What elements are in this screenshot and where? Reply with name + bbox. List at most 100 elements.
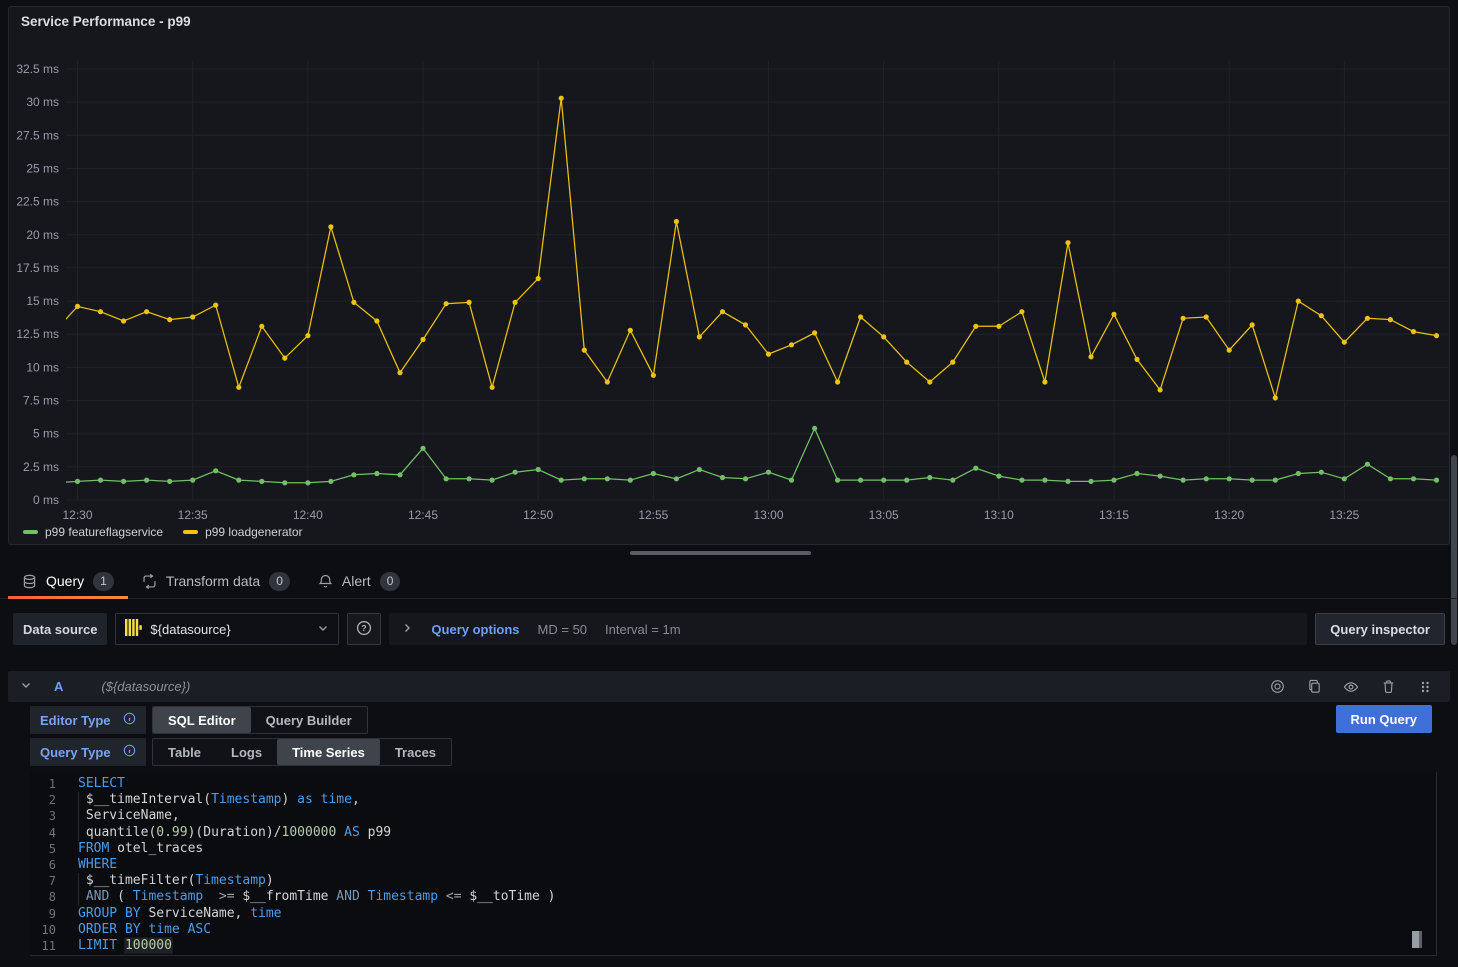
tab-count-badge: 0 xyxy=(269,572,290,591)
svg-text:12:55: 12:55 xyxy=(638,508,668,522)
code-line[interactable]: 10ORDER BY time ASC xyxy=(30,922,1436,938)
tab-transform-data[interactable]: Transform data 0 xyxy=(128,564,304,598)
delete-query-trash-icon[interactable] xyxy=(1375,679,1401,694)
transform-icon xyxy=(142,574,157,589)
svg-text:25 ms: 25 ms xyxy=(26,161,59,175)
collapse-chevron-icon[interactable] xyxy=(20,679,32,694)
sql-code-editor[interactable]: 1SELECT2 $__timeInterval(Timestamp) as t… xyxy=(30,772,1437,956)
svg-text:12:50: 12:50 xyxy=(523,508,553,522)
query-type-logs[interactable]: Logs xyxy=(216,739,277,765)
svg-text:17.5 ms: 17.5 ms xyxy=(16,261,59,275)
query-type-traces[interactable]: Traces xyxy=(380,739,451,765)
timeseries-chart[interactable]: 0 ms2.5 ms5 ms7.5 ms10 ms12.5 ms15 ms17.… xyxy=(9,45,1449,527)
svg-text:0 ms: 0 ms xyxy=(33,493,59,507)
query-options-toggle[interactable]: Query options xyxy=(431,622,519,637)
legend-item-loadgenerator[interactable]: p99 loadgenerator xyxy=(183,525,302,539)
svg-text:32.5 ms: 32.5 ms xyxy=(16,62,59,76)
clickhouse-datasource-icon xyxy=(125,619,142,639)
svg-text:22.5 ms: 22.5 ms xyxy=(16,195,59,209)
tab-query[interactable]: Query 1 xyxy=(8,564,128,598)
info-circle-icon[interactable] xyxy=(123,712,136,728)
svg-text:7.5 ms: 7.5 ms xyxy=(23,394,59,408)
code-text: LIMIT 100000 xyxy=(78,938,172,954)
legend-item-featureflagservice[interactable]: p99 featureflagservice xyxy=(23,525,163,539)
query-type-label: Query Type xyxy=(40,745,111,760)
code-line[interactable]: 11LIMIT 100000 xyxy=(30,938,1436,954)
info-circle-icon[interactable] xyxy=(123,744,136,760)
code-text: ServiceName, xyxy=(78,808,180,824)
datasource-picker[interactable]: ${datasource} xyxy=(115,613,339,645)
query-type-row: Query Type Table Logs Time Series Traces xyxy=(30,738,452,766)
svg-text:12:45: 12:45 xyxy=(408,508,438,522)
drag-handle-icon[interactable] xyxy=(1412,680,1438,694)
code-line[interactable]: 4 quantile(0.99)(Duration)/1000000 AS p9… xyxy=(30,825,1436,841)
duplicate-query-icon[interactable] xyxy=(1301,679,1327,694)
database-icon xyxy=(22,574,37,589)
line-number: 6 xyxy=(30,857,78,873)
horizontal-scrollbar-thumb[interactable] xyxy=(630,551,811,555)
line-number: 4 xyxy=(30,825,78,841)
run-query-button[interactable]: Run Query xyxy=(1336,705,1432,733)
svg-text:13:05: 13:05 xyxy=(869,508,899,522)
query-ref-id: A xyxy=(54,679,63,694)
line-number: 10 xyxy=(30,922,78,938)
svg-text:13:15: 13:15 xyxy=(1099,508,1129,522)
bell-icon xyxy=(318,574,333,589)
line-number: 1 xyxy=(30,776,78,792)
code-line[interactable]: 3 ServiceName, xyxy=(30,808,1436,824)
legend-label: p99 loadgenerator xyxy=(205,525,302,539)
editor-type-label-chip: Editor Type xyxy=(30,706,146,734)
svg-text:12:40: 12:40 xyxy=(293,508,323,522)
code-line[interactable]: 8 AND ( Timestamp >= $__fromTime AND Tim… xyxy=(30,889,1436,905)
interval-value: Interval = 1m xyxy=(605,622,681,637)
svg-text:15 ms: 15 ms xyxy=(26,294,59,308)
code-text: GROUP BY ServiceName, time xyxy=(78,906,282,922)
code-text: FROM otel_traces xyxy=(78,841,203,857)
line-number: 5 xyxy=(30,841,78,857)
legend-swatch xyxy=(183,530,198,534)
panel-title: Service Performance - p99 xyxy=(21,14,191,29)
code-line[interactable]: 6WHERE xyxy=(30,857,1436,873)
query-type-table[interactable]: Table xyxy=(153,739,216,765)
chevron-right-icon[interactable] xyxy=(401,622,413,637)
editor-type-query-builder[interactable]: Query Builder xyxy=(251,707,367,733)
query-toolbar: Data source ${datasource} ? Query option… xyxy=(0,613,1458,645)
code-text: ORDER BY time ASC xyxy=(78,922,211,938)
code-text: SELECT xyxy=(78,776,125,792)
svg-text:2.5 ms: 2.5 ms xyxy=(23,460,59,474)
code-line[interactable]: 7 $__timeFilter(Timestamp) xyxy=(30,873,1436,889)
tab-count-badge: 1 xyxy=(93,572,114,591)
code-line[interactable]: 5FROM otel_traces xyxy=(30,841,1436,857)
query-options-bar: Query options MD = 50 Interval = 1m xyxy=(389,613,1307,645)
query-inspector-button[interactable]: Query inspector xyxy=(1315,613,1445,645)
svg-text:5 ms: 5 ms xyxy=(33,427,59,441)
svg-text:20 ms: 20 ms xyxy=(26,228,59,242)
line-number: 8 xyxy=(30,889,78,905)
code-line[interactable]: 1SELECT xyxy=(30,776,1436,792)
editor-type-sql-editor[interactable]: SQL Editor xyxy=(153,707,251,733)
svg-text:?: ? xyxy=(362,623,367,633)
query-type-label-chip: Query Type xyxy=(30,738,146,766)
svg-text:13:20: 13:20 xyxy=(1214,508,1244,522)
legend-swatch xyxy=(23,530,38,534)
datasource-help-button[interactable]: ? xyxy=(347,613,381,645)
code-text: AND ( Timestamp >= $__fromTime AND Times… xyxy=(78,889,556,905)
code-text: $__timeInterval(Timestamp) as time, xyxy=(78,792,360,808)
chevron-down-icon xyxy=(317,622,329,637)
code-line[interactable]: 9GROUP BY ServiceName, time xyxy=(30,906,1436,922)
svg-text:13:00: 13:00 xyxy=(754,508,784,522)
tab-label: Transform data xyxy=(166,573,260,589)
svg-text:27.5 ms: 27.5 ms xyxy=(16,128,59,142)
editor-type-radio-group: SQL Editor Query Builder xyxy=(152,706,368,734)
chart-legend: p99 featureflagservice p99 loadgenerator xyxy=(23,525,303,539)
query-datasource-hint: (${datasource}) xyxy=(101,679,190,694)
record-query-icon[interactable] xyxy=(1264,679,1290,694)
query-type-time-series[interactable]: Time Series xyxy=(277,739,380,765)
hide-response-eye-icon[interactable] xyxy=(1338,679,1364,695)
code-line[interactable]: 2 $__timeInterval(Timestamp) as time, xyxy=(30,792,1436,808)
tab-alert[interactable]: Alert 0 xyxy=(304,564,414,598)
tab-label: Query xyxy=(46,573,84,589)
tab-count-badge: 0 xyxy=(380,572,401,591)
code-text: WHERE xyxy=(78,857,117,873)
editor-type-label: Editor Type xyxy=(40,713,111,728)
